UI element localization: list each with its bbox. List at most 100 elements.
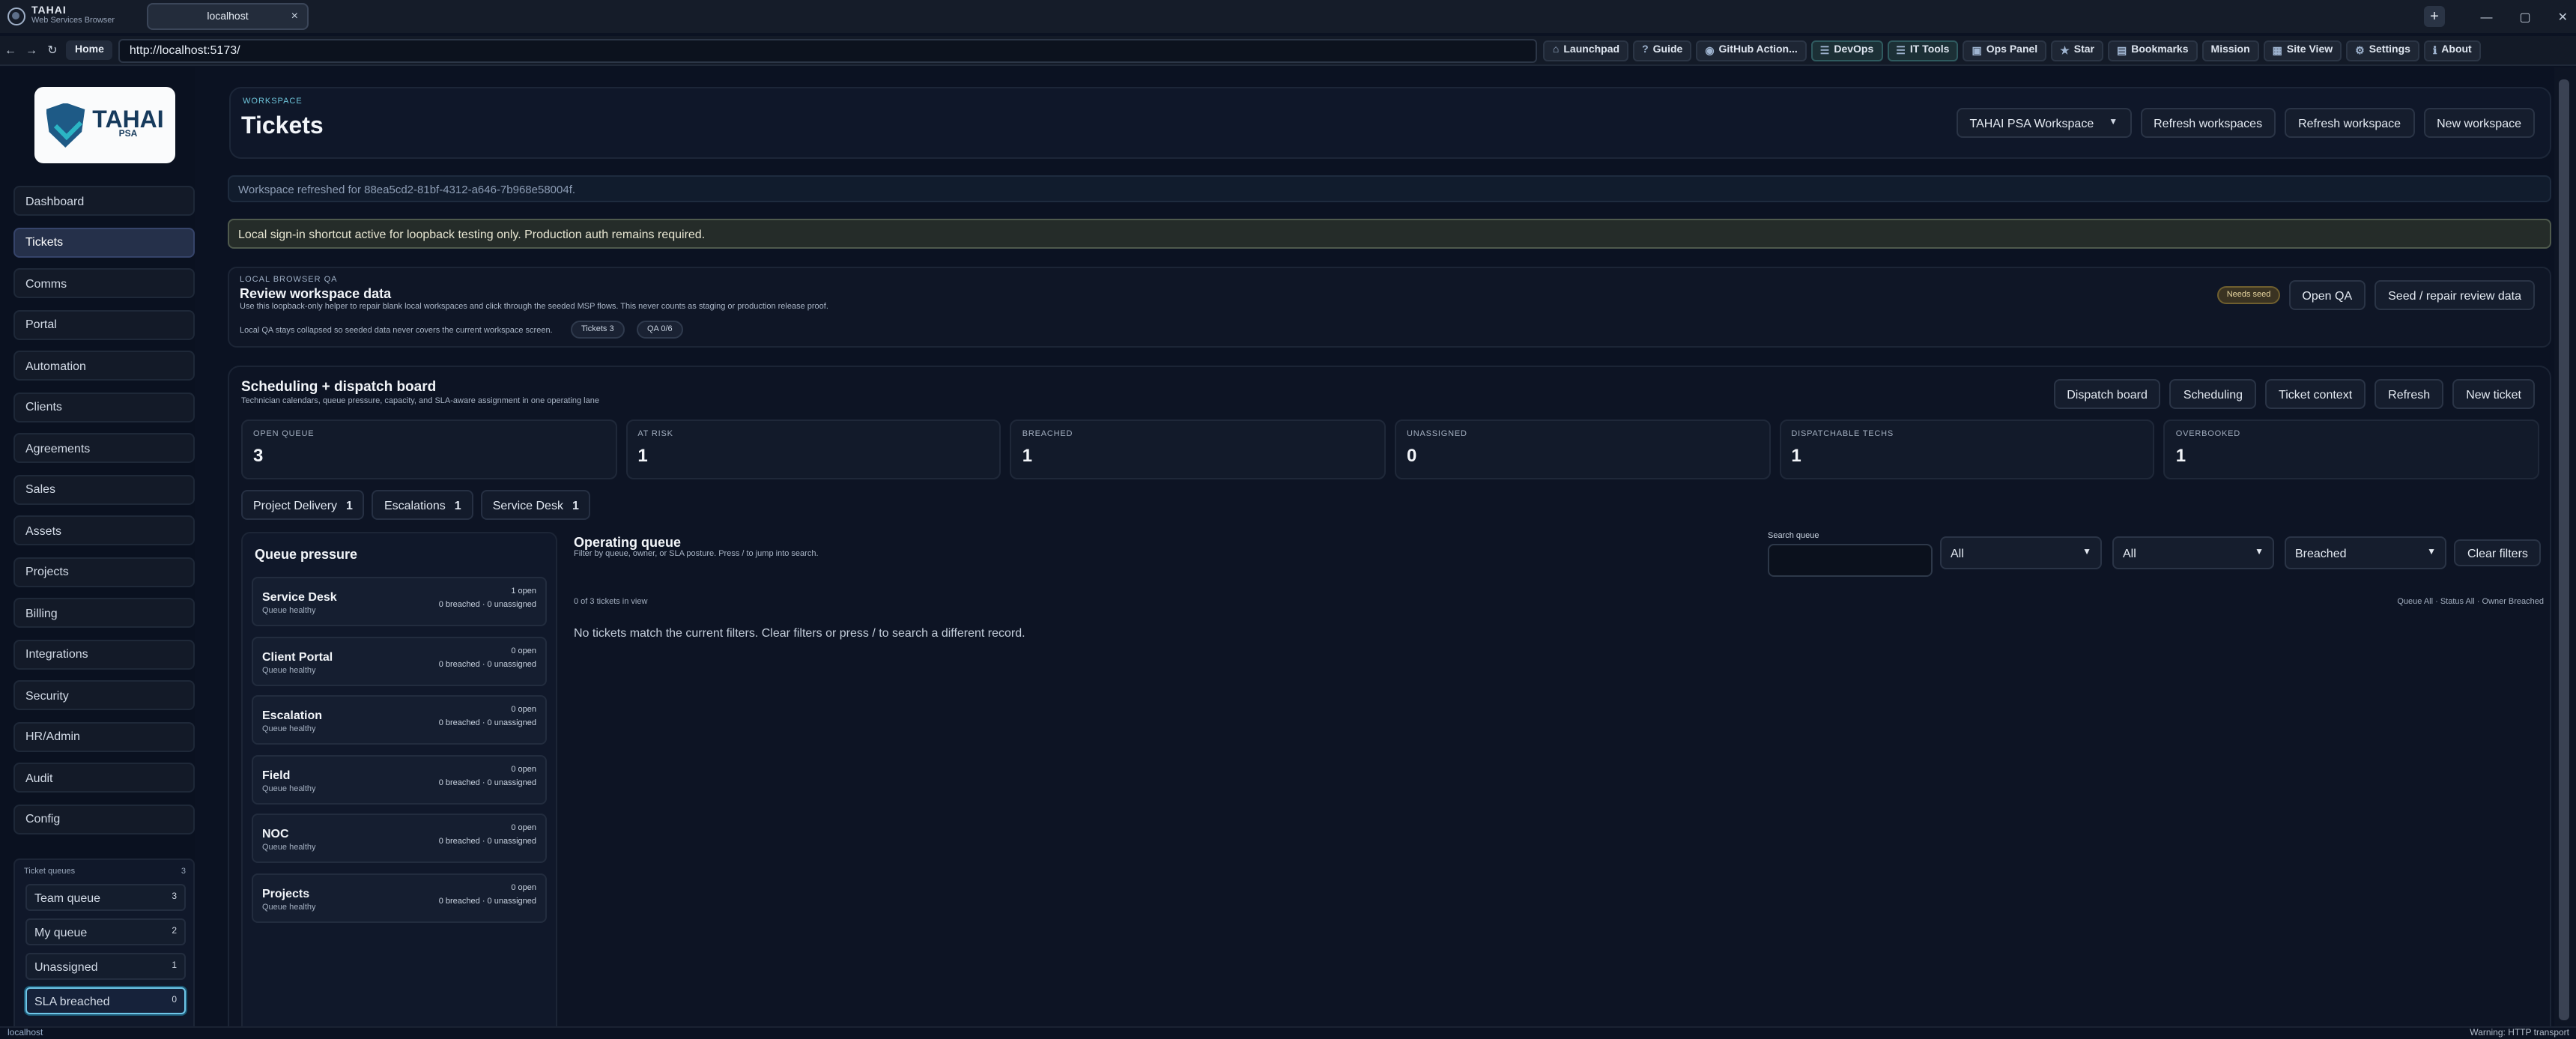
sidebar-item-agreements[interactable]: Agreements bbox=[13, 433, 195, 463]
ticket-context-button[interactable]: Ticket context bbox=[2265, 379, 2366, 409]
pressure-name: Projects bbox=[262, 886, 310, 900]
bookmarks-icon: ▤ bbox=[2117, 46, 2127, 56]
pressure-item-client-portal[interactable]: Client Portal Queue healthy 0 open 0 breach… bbox=[252, 636, 547, 685]
pressure-item-escalation[interactable]: Escalation Queue healthy 0 open 0 breached … bbox=[252, 695, 547, 745]
browser-tab[interactable]: localhost × bbox=[147, 3, 309, 30]
maximize-icon[interactable]: ▢ bbox=[2519, 10, 2530, 23]
it-tools-button[interactable]: ☰ IT Tools bbox=[1887, 40, 1959, 61]
qa-tickets-pill: Tickets 3 bbox=[571, 321, 625, 339]
sidebar-item-hr-admin[interactable]: HR/Admin bbox=[13, 721, 195, 751]
github-action-button[interactable]: ◉ GitHub Action... bbox=[1696, 40, 1807, 61]
status-url: localhost bbox=[7, 1029, 43, 1038]
devops-button[interactable]: ☰ DevOps bbox=[1810, 40, 1883, 61]
owner-filter-select[interactable]: Breached ▼ bbox=[2285, 536, 2446, 569]
ops-panel-button[interactable]: ▣ Ops Panel bbox=[1963, 40, 2047, 61]
pressure-item-projects[interactable]: Projects Queue healthy 0 open 0 breached · … bbox=[252, 873, 547, 922]
chip-label: Escalations bbox=[384, 498, 446, 512]
settings-button[interactable]: ⚙ Settings bbox=[2346, 40, 2419, 61]
sidebar-item-comms[interactable]: Comms bbox=[13, 268, 195, 298]
pressure-name: Field bbox=[262, 768, 291, 781]
pressure-item-field[interactable]: Field Queue healthy 0 open 0 breached · 0 u… bbox=[252, 754, 547, 804]
app-logo[interactable]: TAHAI PSA bbox=[34, 87, 175, 163]
queue-count: 0 bbox=[172, 996, 177, 1005]
page-scrollbar[interactable] bbox=[2554, 67, 2576, 1026]
queue-filter-select[interactable]: All ▼ bbox=[1940, 536, 2102, 569]
stat-label: OPEN QUEUE bbox=[253, 430, 315, 439]
pressure-item-service-desk[interactable]: Service Desk Queue healthy 1 open 0 breache… bbox=[252, 577, 547, 626]
sidebar-item-billing[interactable]: Billing bbox=[13, 598, 195, 628]
operating-queue-description: Filter by queue, owner, or SLA posture. … bbox=[574, 550, 819, 559]
browser-brand-sub: Web Services Browser bbox=[31, 16, 115, 25]
chip-escalations[interactable]: Escalations 1 bbox=[372, 490, 473, 520]
bookmarks-button[interactable]: ▤ Bookmarks bbox=[2108, 40, 2198, 61]
chevron-down-icon: ▼ bbox=[2255, 548, 2264, 557]
qa-progress-pill: QA 0/6 bbox=[637, 321, 683, 339]
open-qa-button[interactable]: Open QA bbox=[2288, 280, 2366, 310]
new-workspace-button[interactable]: New workspace bbox=[2423, 108, 2535, 138]
it-tools-icon: ☰ bbox=[1896, 46, 1906, 56]
star-button[interactable]: ★ Star bbox=[2051, 40, 2103, 61]
filter-summary: Queue All · Status All · Owner Breached bbox=[2397, 598, 2544, 607]
browser-brand-name: TAHAI bbox=[31, 6, 67, 16]
queue-item-sla-breached[interactable]: SLA breached 0 bbox=[25, 987, 186, 1014]
refresh-button[interactable]: Refresh bbox=[2375, 379, 2444, 409]
launchpad-button[interactable]: ⌂ Launchpad bbox=[1543, 40, 1629, 61]
reload-icon[interactable]: ↻ bbox=[42, 43, 63, 57]
home-button[interactable]: Home bbox=[66, 40, 113, 60]
guide-button[interactable]: ? Guide bbox=[1633, 40, 1692, 61]
about-button[interactable]: ℹ About bbox=[2423, 40, 2481, 61]
close-icon[interactable]: × bbox=[291, 9, 298, 22]
dispatch-board-button[interactable]: Dispatch board bbox=[2053, 379, 2161, 409]
sidebar-item-portal[interactable]: Portal bbox=[13, 309, 195, 339]
sidebar-item-assets[interactable]: Assets bbox=[13, 515, 195, 545]
sidebar-item-config[interactable]: Config bbox=[13, 804, 195, 834]
shield-logo-icon bbox=[46, 103, 85, 148]
clear-filters-button[interactable]: Clear filters bbox=[2454, 539, 2542, 566]
pressure-open: 1 open bbox=[511, 587, 536, 596]
chip-project-delivery[interactable]: Project Delivery 1 bbox=[241, 490, 365, 520]
new-ticket-button[interactable]: New ticket bbox=[2452, 379, 2535, 409]
queue-item-unassigned[interactable]: Unassigned 1 bbox=[25, 953, 186, 980]
about-icon: ℹ bbox=[2432, 46, 2437, 56]
refresh-workspace-button[interactable]: Refresh workspace bbox=[2285, 108, 2415, 138]
sidebar-item-clients[interactable]: Clients bbox=[13, 392, 195, 422]
github-action-icon: ◉ bbox=[1705, 46, 1715, 56]
settings-icon: ⚙ bbox=[2355, 46, 2365, 56]
sidebar-item-integrations[interactable]: Integrations bbox=[13, 639, 195, 669]
sidebar-item-security[interactable]: Security bbox=[13, 680, 195, 710]
ticket-queues-count: 3 bbox=[181, 867, 186, 876]
seed-review-data-button[interactable]: Seed / repair review data bbox=[2375, 280, 2535, 310]
site-view-button[interactable]: ▦ Site View bbox=[2263, 40, 2342, 61]
pressure-name: Client Portal bbox=[262, 649, 333, 663]
scheduling-button[interactable]: Scheduling bbox=[2169, 379, 2257, 409]
window-close-icon[interactable]: ✕ bbox=[2558, 10, 2568, 23]
scrollbar-thumb[interactable] bbox=[2559, 79, 2569, 1020]
back-icon[interactable]: ← bbox=[0, 43, 21, 57]
chip-service-desk[interactable]: Service Desk 1 bbox=[480, 490, 591, 520]
queue-item-my-queue[interactable]: My queue 2 bbox=[25, 918, 186, 945]
pressure-status: Queue healthy bbox=[262, 725, 316, 734]
workspace-refreshed-notice: Workspace refreshed for 88ea5cd2-81bf-43… bbox=[228, 175, 2551, 202]
sidebar-item-automation[interactable]: Automation bbox=[13, 351, 195, 381]
sidebar-item-dashboard[interactable]: Dashboard bbox=[13, 186, 195, 216]
pressure-item-noc[interactable]: NOC Queue healthy 0 open 0 breached · 0 una… bbox=[252, 814, 547, 863]
url-input[interactable]: http://localhost:5173/ bbox=[118, 38, 1538, 62]
queue-item-team-queue[interactable]: Team queue 3 bbox=[25, 884, 186, 911]
minimize-icon[interactable]: — bbox=[2480, 10, 2492, 23]
refresh-workspaces-button[interactable]: Refresh workspaces bbox=[2140, 108, 2276, 138]
search-queue-input[interactable] bbox=[1768, 544, 1933, 577]
mission-button[interactable]: Mission bbox=[2201, 40, 2259, 61]
stat-label: UNASSIGNED bbox=[1407, 430, 1467, 439]
sidebar-item-audit[interactable]: Audit bbox=[13, 763, 195, 793]
bookmarks-label: Bookmarks bbox=[2131, 45, 2189, 55]
stats-row: OPEN QUEUE 3 AT RISK 1 BREACHED 1 UNASSIGNED 0 D… bbox=[241, 419, 2540, 479]
status-filter-select[interactable]: All ▼ bbox=[2112, 536, 2274, 569]
sidebar-item-tickets[interactable]: Tickets bbox=[13, 227, 195, 257]
stat-label: DISPATCHABLE TECHS bbox=[1791, 430, 1894, 439]
sidebar-item-projects[interactable]: Projects bbox=[13, 557, 195, 587]
qa-description: Use this loopback-only helper to repair … bbox=[240, 303, 828, 312]
new-tab-button[interactable]: + bbox=[2424, 6, 2445, 27]
forward-icon[interactable]: → bbox=[21, 43, 42, 57]
sidebar-item-sales[interactable]: Sales bbox=[13, 474, 195, 504]
workspace-select[interactable]: TAHAI PSA Workspace ▼ bbox=[1956, 108, 2132, 138]
